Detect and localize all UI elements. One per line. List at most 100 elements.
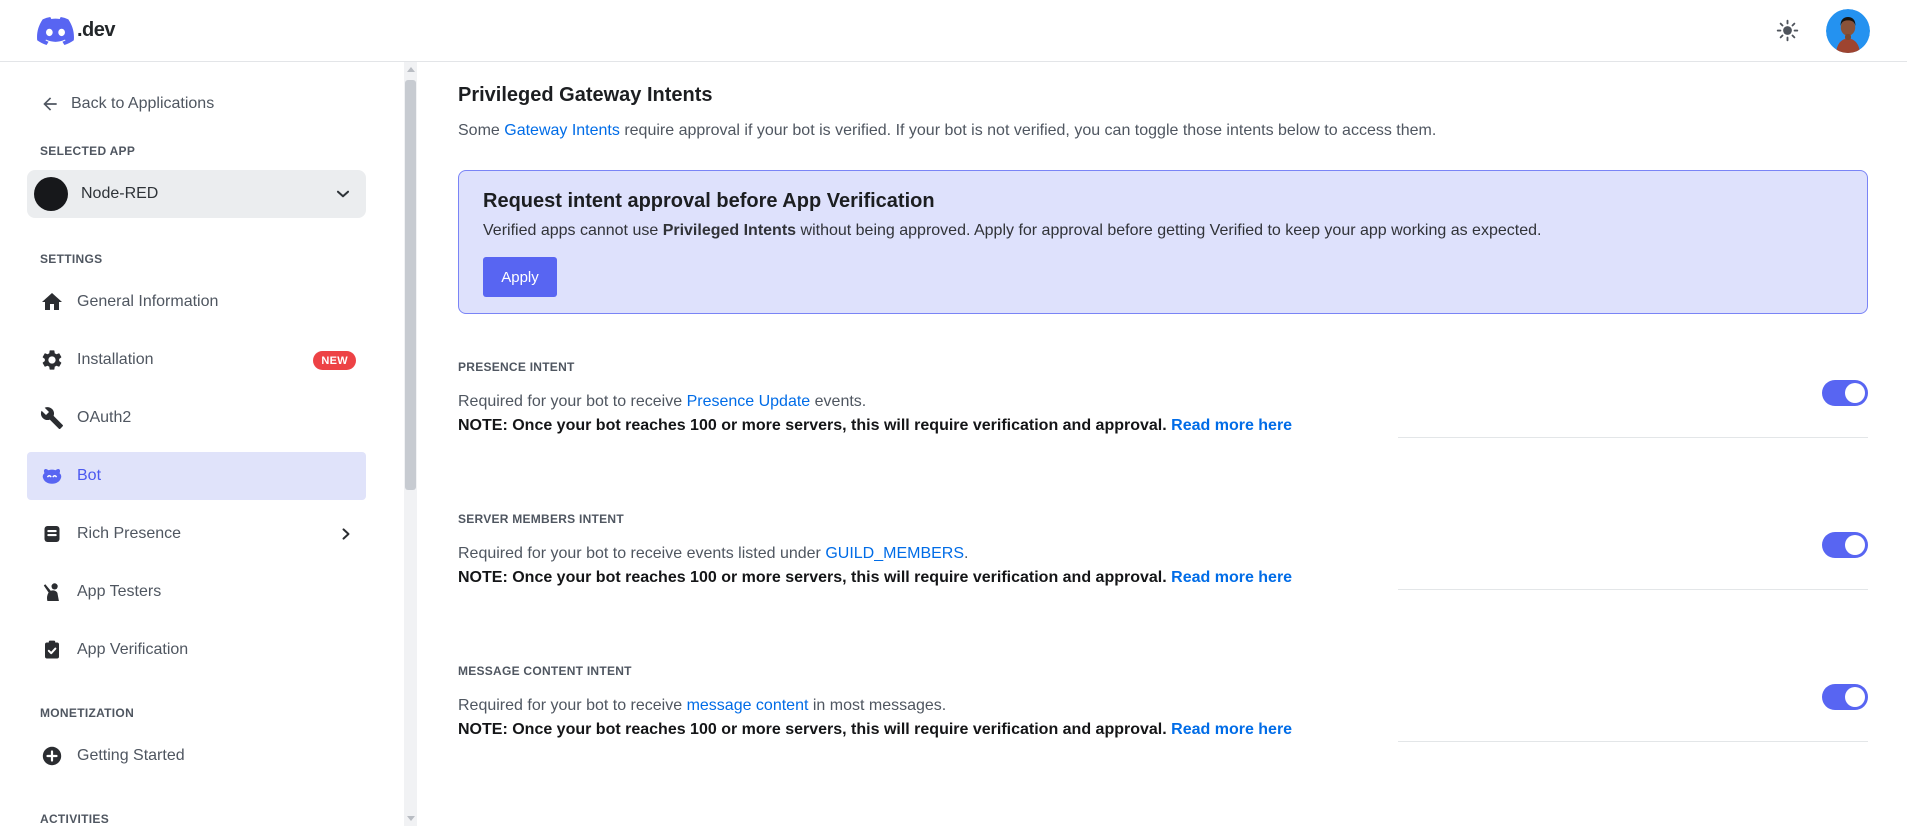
intent-desc-after: events.: [810, 393, 867, 410]
document-icon: [44, 526, 60, 542]
presence-update-link[interactable]: Presence Update: [687, 393, 811, 410]
gear-icon: [42, 350, 62, 370]
read-more-link[interactable]: Read more here: [1171, 569, 1292, 586]
sidebar-item-label: Getting Started: [77, 747, 185, 764]
guild-members-link[interactable]: GUILD_MEMBERS: [825, 545, 964, 562]
message-content-intent-row: MESSAGE CONTENT INTENT Required for your…: [458, 664, 1868, 754]
sidebar-item-oauth2[interactable]: OAuth2: [27, 394, 366, 442]
read-more-link[interactable]: Read more here: [1171, 721, 1292, 738]
bot-icon: [42, 468, 62, 484]
banner-text-after: without being approved. Apply for approv…: [796, 222, 1542, 239]
scrollbar-up-arrow[interactable]: [407, 67, 415, 72]
settings-section-label: SETTINGS: [40, 252, 103, 266]
sidebar-item-label: OAuth2: [77, 409, 132, 426]
sidebar-item-label: Rich Presence: [77, 525, 182, 542]
monetization-section-label: MONETIZATION: [40, 706, 135, 720]
sidebar-item-label: Installation: [77, 351, 154, 368]
message-content-intent-text: MESSAGE CONTENT INTENT Required for your…: [458, 664, 1398, 742]
server-members-intent-toggle-area: [1398, 512, 1868, 590]
sidebar-item-general-information[interactable]: General Information: [27, 278, 366, 326]
main-content: Privileged Gateway Intents Some Gateway …: [417, 62, 1907, 826]
new-badge: NEW: [313, 350, 356, 370]
presence-intent-row: PRESENCE INTENT Required for your bot to…: [458, 360, 1868, 450]
clipboard-check-icon: [45, 640, 59, 659]
selected-app-label: SELECTED APP: [40, 144, 136, 158]
scrollbar-down-arrow[interactable]: [407, 816, 415, 821]
theme-toggle-sun-icon[interactable]: [1775, 18, 1800, 43]
back-link-label: Back to Applications: [71, 95, 215, 112]
intent-desc-before: Required for your bot to receive: [458, 393, 687, 410]
gateway-intents-link[interactable]: Gateway Intents: [504, 122, 620, 139]
app-avatar: [34, 177, 68, 211]
person-raised-hand-icon: [43, 583, 59, 601]
chevron-down-icon: [336, 190, 350, 198]
back-to-applications-link[interactable]: Back to Applications: [27, 92, 366, 116]
intent-description: Required for your bot to receive events …: [458, 542, 1398, 566]
intent-description: Required for your bot to receive message…: [458, 694, 1398, 718]
presence-intent-toggle[interactable]: [1822, 380, 1868, 406]
server-members-intent-row: SERVER MEMBERS INTENT Required for your …: [458, 512, 1868, 602]
sidebar-item-rich-presence[interactable]: Rich Presence: [27, 510, 366, 558]
app-name: Node-RED: [81, 185, 159, 202]
intent-note: NOTE: Once your bot reaches 100 or more …: [458, 566, 1398, 590]
discord-dev-logo[interactable]: .dev: [37, 16, 116, 45]
back-arrow-icon: [43, 97, 57, 111]
monetization-nav: Getting Started: [27, 732, 366, 780]
banner-text-bold: Privileged Intents: [662, 222, 797, 239]
plus-circle-icon: [42, 746, 62, 766]
sidebar-item-installation[interactable]: Installation NEW: [27, 336, 366, 384]
presence-intent-text: PRESENCE INTENT Required for your bot to…: [458, 360, 1398, 438]
discord-mascot-icon: [37, 16, 74, 45]
intent-desc-after: .: [964, 545, 969, 562]
intent-note: NOTE: Once your bot reaches 100 or more …: [458, 718, 1398, 742]
intent-approval-banner: Request intent approval before App Verif…: [458, 170, 1868, 314]
sidebar-item-app-testers[interactable]: App Testers: [27, 568, 366, 616]
home-icon: [42, 293, 62, 310]
sidebar: Back to Applications SELECTED APP Node-R…: [0, 62, 417, 826]
scrollbar-thumb[interactable]: [405, 80, 416, 490]
logo-dev-suffix: .dev: [77, 19, 116, 41]
read-more-link[interactable]: Read more here: [1171, 417, 1292, 434]
intent-desc-before: Required for your bot to receive events …: [458, 545, 826, 562]
sidebar-item-label: Bot: [77, 467, 102, 484]
intent-label: MESSAGE CONTENT INTENT: [458, 664, 632, 678]
chevron-right-icon: [342, 528, 350, 540]
intent-description: Required for your bot to receive Presenc…: [458, 390, 1398, 414]
intent-label: SERVER MEMBERS INTENT: [458, 512, 624, 526]
sidebar-item-label: App Testers: [77, 583, 162, 600]
user-avatar[interactable]: [1826, 8, 1870, 53]
message-content-intent-toggle-area: [1398, 664, 1868, 742]
banner-text-before: Verified apps cannot use: [483, 222, 663, 239]
sidebar-scrollbar[interactable]: [404, 62, 417, 826]
sidebar-item-bot[interactable]: Bot: [27, 452, 366, 500]
header-actions: [1775, 8, 1870, 53]
server-members-intent-text: SERVER MEMBERS INTENT Required for your …: [458, 512, 1398, 590]
sidebar-item-label: App Verification: [77, 641, 189, 658]
intent-note-text: NOTE: Once your bot reaches 100 or more …: [458, 569, 1167, 586]
activities-section-label: ACTIVITIES: [40, 812, 110, 826]
intent-note: NOTE: Once your bot reaches 100 or more …: [458, 414, 1398, 438]
banner-title: Request intent approval before App Verif…: [483, 190, 935, 212]
intro-paragraph: Some Gateway Intents require approval if…: [458, 120, 1868, 142]
message-content-link[interactable]: message content: [687, 697, 809, 714]
banner-body: Verified apps cannot use Privileged Inte…: [483, 221, 1843, 241]
intent-desc-after: in most messages.: [808, 697, 947, 714]
sidebar-item-getting-started[interactable]: Getting Started: [27, 732, 366, 780]
intent-desc-before: Required for your bot to receive: [458, 697, 687, 714]
intent-note-text: NOTE: Once your bot reaches 100 or more …: [458, 721, 1167, 738]
sidebar-item-app-verification[interactable]: App Verification: [27, 626, 366, 674]
intro-text-after: require approval if your bot is verified…: [619, 122, 1437, 139]
top-bar: .dev: [0, 0, 1907, 62]
avatar-image: [1826, 8, 1870, 53]
page-title: Privileged Gateway Intents: [458, 84, 713, 106]
intro-text-before: Some: [458, 122, 505, 139]
apply-button[interactable]: Apply: [483, 257, 557, 297]
message-content-intent-toggle[interactable]: [1822, 684, 1868, 710]
intent-note-text: NOTE: Once your bot reaches 100 or more …: [458, 417, 1167, 434]
intent-label: PRESENCE INTENT: [458, 360, 575, 374]
wrench-icon: [40, 407, 63, 429]
presence-intent-toggle-area: [1398, 360, 1868, 438]
server-members-intent-toggle[interactable]: [1822, 532, 1868, 558]
settings-nav: General Information Installation NEW OAu…: [27, 278, 366, 674]
app-selector[interactable]: Node-RED: [27, 170, 366, 218]
